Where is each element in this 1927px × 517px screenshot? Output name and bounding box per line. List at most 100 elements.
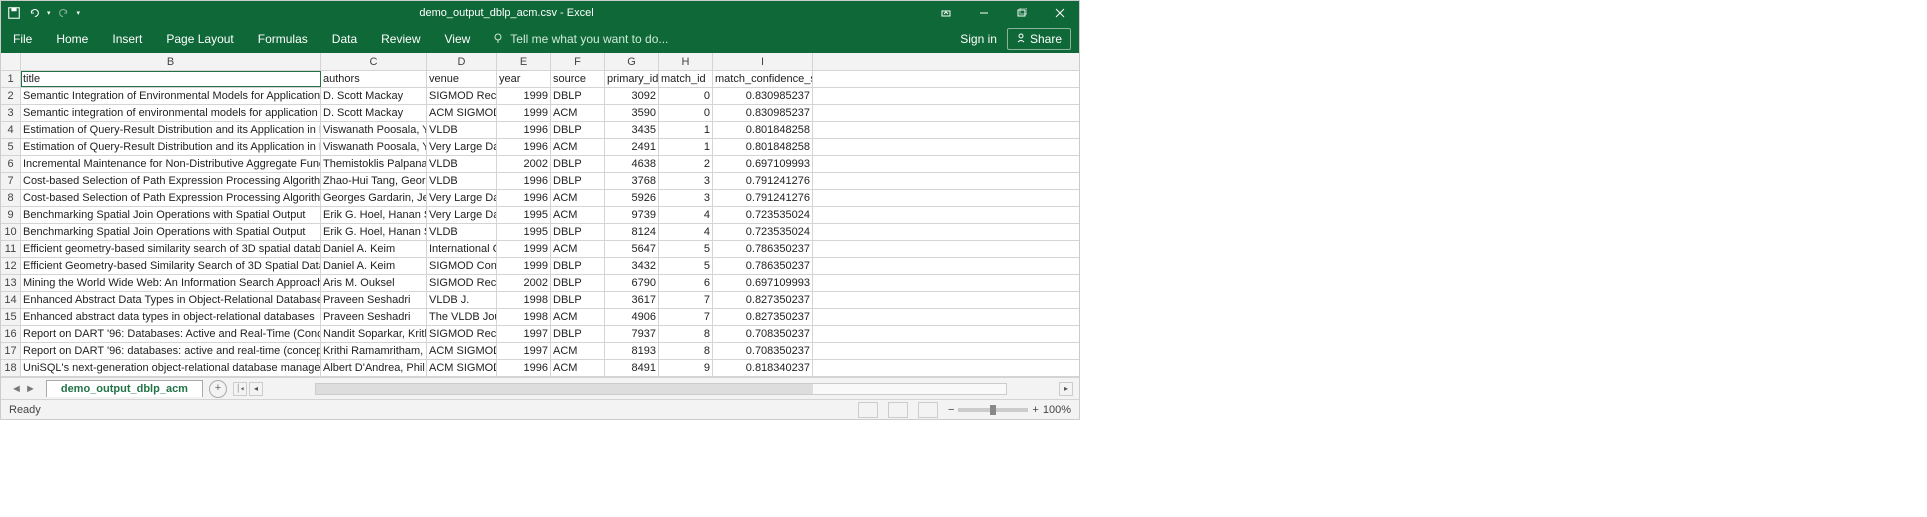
cell[interactable]: SIGMOD Record bbox=[427, 275, 497, 291]
cell[interactable]: title bbox=[21, 71, 321, 87]
zoom-in-button[interactable]: + bbox=[1032, 404, 1038, 416]
cell[interactable]: Praveen Seshadri bbox=[321, 292, 427, 308]
cell[interactable]: ACM SIGMOD Recor bbox=[427, 360, 497, 376]
cell[interactable]: 8193 bbox=[605, 343, 659, 359]
cell[interactable]: Praveen Seshadri bbox=[321, 309, 427, 325]
cell[interactable]: Aris M. Ouksel bbox=[321, 275, 427, 291]
row-header[interactable]: 17 bbox=[1, 343, 21, 359]
tell-me-search[interactable]: Tell me what you want to do... bbox=[482, 32, 678, 47]
cell[interactable]: 1996 bbox=[497, 139, 551, 155]
tab-home[interactable]: Home bbox=[44, 25, 100, 53]
tab-view[interactable]: View bbox=[433, 25, 483, 53]
cell[interactable]: Efficient Geometry-based Similarity Sear… bbox=[21, 258, 321, 274]
cell[interactable]: DBLP bbox=[551, 275, 605, 291]
cell[interactable]: 4638 bbox=[605, 156, 659, 172]
zoom-thumb[interactable] bbox=[990, 405, 996, 415]
cell[interactable]: 8124 bbox=[605, 224, 659, 240]
cell[interactable]: 1997 bbox=[497, 326, 551, 342]
cell[interactable]: 0.801848258 bbox=[713, 122, 813, 138]
cell[interactable]: 1 bbox=[659, 122, 713, 138]
cell[interactable]: International Confe bbox=[427, 241, 497, 257]
row-header[interactable]: 5 bbox=[1, 139, 21, 155]
cell[interactable]: 1996 bbox=[497, 122, 551, 138]
cell[interactable]: ACM bbox=[551, 105, 605, 121]
row-header[interactable]: 10 bbox=[1, 224, 21, 240]
row-header[interactable]: 13 bbox=[1, 275, 21, 291]
cell[interactable]: Semantic Integration of Environmental Mo… bbox=[21, 88, 321, 104]
scroll-left-icon[interactable]: ◂ bbox=[249, 382, 263, 396]
cell[interactable]: 0.723535024 bbox=[713, 224, 813, 240]
cell[interactable]: ACM bbox=[551, 309, 605, 325]
cell[interactable]: Erik G. Hoel, Hanan Samet bbox=[321, 207, 427, 223]
cell[interactable]: Very Large Data Bas bbox=[427, 207, 497, 223]
cell[interactable]: match_confidence_score bbox=[713, 71, 813, 87]
cell[interactable]: Very Large Data Bas bbox=[427, 139, 497, 155]
row-header[interactable]: 1 bbox=[1, 71, 21, 87]
cell[interactable]: DBLP bbox=[551, 88, 605, 104]
cell[interactable]: 0 bbox=[659, 105, 713, 121]
tab-file[interactable]: File bbox=[1, 25, 44, 53]
cell[interactable]: Cost-based Selection of Path Expression … bbox=[21, 190, 321, 206]
cell[interactable]: Semantic integration of environmental mo… bbox=[21, 105, 321, 121]
col-header-E[interactable]: E bbox=[497, 53, 551, 70]
zoom-out-button[interactable]: − bbox=[948, 404, 954, 416]
cell[interactable]: Daniel A. Keim bbox=[321, 241, 427, 257]
cell[interactable]: 7937 bbox=[605, 326, 659, 342]
cell[interactable]: 5 bbox=[659, 258, 713, 274]
cell[interactable]: 5647 bbox=[605, 241, 659, 257]
view-page-break-icon[interactable] bbox=[918, 402, 938, 418]
cell[interactable]: DBLP bbox=[551, 173, 605, 189]
row-header[interactable]: 8 bbox=[1, 190, 21, 206]
cell[interactable]: 3 bbox=[659, 173, 713, 189]
cell[interactable]: 0.786350237 bbox=[713, 258, 813, 274]
row-header[interactable]: 15 bbox=[1, 309, 21, 325]
cell[interactable]: 1999 bbox=[497, 105, 551, 121]
add-sheet-button[interactable]: + bbox=[209, 380, 227, 398]
cell[interactable]: 3768 bbox=[605, 173, 659, 189]
cell[interactable]: 8 bbox=[659, 343, 713, 359]
cell[interactable]: ACM bbox=[551, 343, 605, 359]
tab-formulas[interactable]: Formulas bbox=[246, 25, 320, 53]
minimize-button[interactable] bbox=[965, 1, 1003, 25]
cell[interactable]: 1 bbox=[659, 139, 713, 155]
sheet-nav[interactable]: ◄ ► bbox=[1, 383, 46, 395]
cell[interactable]: 0.791241276 bbox=[713, 190, 813, 206]
cell[interactable]: UniSQL's next-generation object-relation… bbox=[21, 360, 321, 376]
cell[interactable]: Report on DART '96: Databases: Active an… bbox=[21, 326, 321, 342]
cell[interactable]: 7 bbox=[659, 292, 713, 308]
cell[interactable]: 9 bbox=[659, 360, 713, 376]
cell[interactable]: 1999 bbox=[497, 258, 551, 274]
cell[interactable]: 0 bbox=[659, 88, 713, 104]
cell[interactable]: 2002 bbox=[497, 156, 551, 172]
cell[interactable]: 3617 bbox=[605, 292, 659, 308]
cell[interactable]: 3092 bbox=[605, 88, 659, 104]
tab-data[interactable]: Data bbox=[320, 25, 369, 53]
cell[interactable]: D. Scott Mackay bbox=[321, 105, 427, 121]
cell[interactable]: 0.801848258 bbox=[713, 139, 813, 155]
cell[interactable]: 1996 bbox=[497, 190, 551, 206]
cell[interactable]: DBLP bbox=[551, 258, 605, 274]
row-header[interactable]: 3 bbox=[1, 105, 21, 121]
row-header[interactable]: 9 bbox=[1, 207, 21, 223]
cell[interactable]: ACM bbox=[551, 139, 605, 155]
row-header[interactable]: 16 bbox=[1, 326, 21, 342]
cell[interactable]: Viswanath Poosala, Yannis E. I bbox=[321, 139, 427, 155]
cell[interactable]: 9739 bbox=[605, 207, 659, 223]
cell[interactable]: Daniel A. Keim bbox=[321, 258, 427, 274]
cell[interactable]: ACM bbox=[551, 207, 605, 223]
cell[interactable]: 1996 bbox=[497, 173, 551, 189]
col-header-D[interactable]: D bbox=[427, 53, 497, 70]
col-header-B[interactable]: B bbox=[21, 53, 321, 70]
cell[interactable]: DBLP bbox=[551, 292, 605, 308]
cell[interactable]: 3 bbox=[659, 190, 713, 206]
cell[interactable]: venue bbox=[427, 71, 497, 87]
cell[interactable]: 4 bbox=[659, 224, 713, 240]
close-button[interactable] bbox=[1041, 1, 1079, 25]
row-header[interactable]: 12 bbox=[1, 258, 21, 274]
col-header-F[interactable]: F bbox=[551, 53, 605, 70]
cell[interactable]: DBLP bbox=[551, 122, 605, 138]
cell[interactable]: 2 bbox=[659, 156, 713, 172]
cell[interactable]: Mining the World Wide Web: An Informatio… bbox=[21, 275, 321, 291]
cell[interactable]: Enhanced abstract data types in object-r… bbox=[21, 309, 321, 325]
cell[interactable]: 1999 bbox=[497, 88, 551, 104]
